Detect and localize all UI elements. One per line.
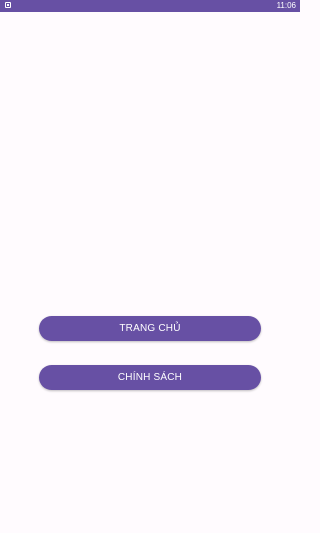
status-bar: 11:06	[0, 0, 300, 12]
notification-icon	[5, 2, 11, 8]
policy-button[interactable]: CHÍNH SÁCH	[39, 365, 261, 390]
status-clock: 11:06	[276, 1, 296, 10]
main-content	[0, 12, 300, 533]
home-button[interactable]: TRANG CHỦ	[39, 316, 261, 341]
